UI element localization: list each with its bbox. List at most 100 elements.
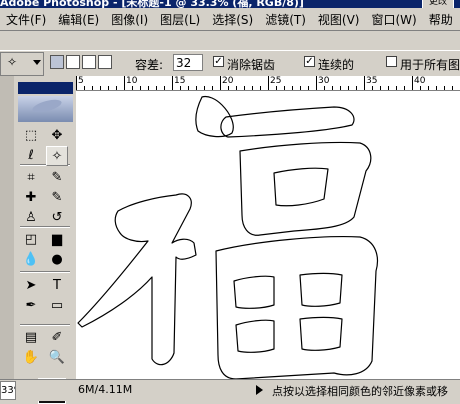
ruler-tick bbox=[164, 86, 165, 90]
pen-icon[interactable]: ✒ bbox=[20, 296, 42, 316]
brush-icon[interactable]: ✎ bbox=[46, 188, 68, 208]
ruler-label: 20 bbox=[222, 76, 234, 86]
hand-icon[interactable]: ✋ bbox=[20, 348, 42, 368]
title-bar-button[interactable]: 更改 bbox=[422, 0, 454, 8]
ruler-tick bbox=[404, 86, 405, 90]
chevron-down-icon bbox=[33, 60, 41, 65]
ruler-tick bbox=[276, 86, 277, 90]
ruler-tick bbox=[332, 86, 333, 90]
field-cell bbox=[299, 316, 343, 351]
ruler-tick bbox=[188, 86, 189, 90]
history-brush-icon[interactable]: ↺ bbox=[46, 208, 68, 228]
eyedropper-icon[interactable]: ✐ bbox=[46, 328, 68, 348]
top-bar bbox=[220, 106, 355, 138]
ruler-tick bbox=[212, 86, 213, 90]
all-layers-label: 用于所有图 bbox=[400, 58, 460, 72]
ruler-tick bbox=[236, 86, 237, 90]
tolerance-label: 容差: bbox=[135, 58, 164, 72]
ruler-tick bbox=[172, 76, 173, 90]
gradient-icon[interactable]: ▆ bbox=[46, 230, 68, 250]
ruler-tick bbox=[100, 86, 101, 90]
ruler-tick bbox=[148, 86, 149, 90]
tolerance-input[interactable] bbox=[173, 54, 203, 71]
ruler-tick bbox=[340, 86, 341, 90]
title-bar: Adobe Photoshop - [未标题-1 @ 33.3% (福, RGB… bbox=[0, 0, 460, 8]
crop-icon[interactable]: ⌗ bbox=[20, 168, 42, 188]
antialias-label: 消除锯齿 bbox=[227, 58, 276, 72]
subtract-selection-button[interactable] bbox=[82, 55, 96, 69]
ruler-tick bbox=[252, 86, 253, 90]
shape-icon[interactable]: ▭ bbox=[46, 296, 68, 316]
ruler-label: 25 bbox=[270, 76, 282, 86]
ruler-tick bbox=[196, 86, 197, 90]
ruler-tick bbox=[156, 86, 157, 90]
zoom-level-field[interactable]: 33% bbox=[0, 381, 16, 400]
menu-help[interactable]: 帮助 bbox=[423, 11, 459, 28]
ruler-label: 40 bbox=[414, 76, 426, 86]
tool-preset-picker[interactable]: ✧ bbox=[0, 52, 44, 76]
intersect-selection-button[interactable] bbox=[98, 55, 112, 69]
rect-marquee-icon[interactable]: ⬚ bbox=[20, 126, 42, 146]
ruler-tick bbox=[308, 86, 309, 90]
move-icon[interactable]: ✥ bbox=[46, 126, 68, 146]
ruler-tick bbox=[180, 86, 181, 90]
palette-well-edge bbox=[0, 76, 15, 400]
dodge-icon[interactable]: ● bbox=[46, 250, 68, 270]
zoom-icon[interactable]: 🔍 bbox=[46, 348, 68, 368]
ruler-label: 15 bbox=[174, 76, 186, 86]
ruler-tick bbox=[132, 86, 133, 90]
menu-bar: 文件(F) 编辑(E) 图像(I) 图层(L) 选择(S) 滤镜(T) 视图(V… bbox=[0, 8, 460, 31]
ruler-tick bbox=[396, 86, 397, 90]
toolbox-title-bar[interactable] bbox=[18, 82, 73, 94]
field-cell bbox=[235, 319, 275, 353]
menu-edit[interactable]: 编辑(E) bbox=[52, 11, 105, 28]
notes-icon[interactable]: ▤ bbox=[20, 328, 42, 348]
menu-layer[interactable]: 图层(L) bbox=[154, 11, 206, 28]
blur-icon[interactable]: 💧 bbox=[20, 250, 42, 270]
all-layers-checkbox[interactable] bbox=[386, 56, 397, 67]
menu-image[interactable]: 图像(I) bbox=[105, 11, 154, 28]
ruler-tick bbox=[300, 86, 301, 90]
ruler-tick bbox=[356, 86, 357, 90]
mouth-inner bbox=[273, 167, 329, 207]
ruler-label: 30 bbox=[318, 76, 330, 86]
menu-select[interactable]: 选择(S) bbox=[206, 11, 259, 28]
ruler-tick bbox=[380, 86, 381, 90]
ruler-tick bbox=[428, 86, 429, 90]
ruler-tick bbox=[444, 86, 445, 90]
ruler-tick bbox=[364, 76, 365, 90]
slice-icon[interactable]: ✎ bbox=[46, 168, 68, 188]
type-icon[interactable]: T bbox=[46, 276, 68, 296]
healing-brush-icon[interactable]: ✚ bbox=[20, 188, 42, 208]
ruler-tick bbox=[244, 86, 245, 90]
ruler-tick bbox=[372, 86, 373, 90]
eraser-icon[interactable]: ◰ bbox=[20, 230, 42, 250]
photoshop-logo[interactable] bbox=[18, 96, 73, 122]
menu-filter[interactable]: 滤镜(T) bbox=[259, 11, 312, 28]
ruler-tick bbox=[124, 76, 125, 90]
ruler-tick bbox=[204, 86, 205, 90]
document-canvas[interactable] bbox=[76, 91, 460, 380]
status-menu-arrow-icon[interactable] bbox=[256, 385, 263, 395]
ruler-tick bbox=[76, 76, 77, 90]
status-bar: 33% 6M/4.11M 点按以选择相同颜色的邻近像素或移 bbox=[0, 379, 460, 401]
contiguous-checkbox[interactable]: ✓ bbox=[304, 56, 315, 67]
magic-wand-icon[interactable]: ✧ bbox=[46, 146, 68, 166]
magic-wand-icon: ✧ bbox=[7, 55, 18, 69]
menu-view[interactable]: 视图(V) bbox=[312, 11, 366, 28]
antialias-checkbox[interactable]: ✓ bbox=[213, 56, 224, 67]
toolbox-divider bbox=[20, 271, 70, 273]
path-select-icon[interactable]: ➤ bbox=[20, 276, 42, 296]
ruler-tick bbox=[292, 86, 293, 90]
add-selection-button[interactable] bbox=[66, 55, 80, 69]
menu-file[interactable]: 文件(F) bbox=[0, 11, 52, 28]
ruler-tick bbox=[268, 76, 269, 90]
new-selection-button[interactable] bbox=[50, 55, 64, 69]
ruler-tick bbox=[412, 76, 413, 90]
clone-stamp-icon[interactable]: ♙ bbox=[20, 208, 42, 228]
lasso-icon[interactable]: ℓ bbox=[20, 146, 42, 166]
ruler-tick bbox=[284, 86, 285, 90]
ruler-tick bbox=[108, 86, 109, 90]
menu-window[interactable]: 窗口(W) bbox=[365, 11, 422, 28]
ruler-label: 5 bbox=[78, 76, 84, 86]
